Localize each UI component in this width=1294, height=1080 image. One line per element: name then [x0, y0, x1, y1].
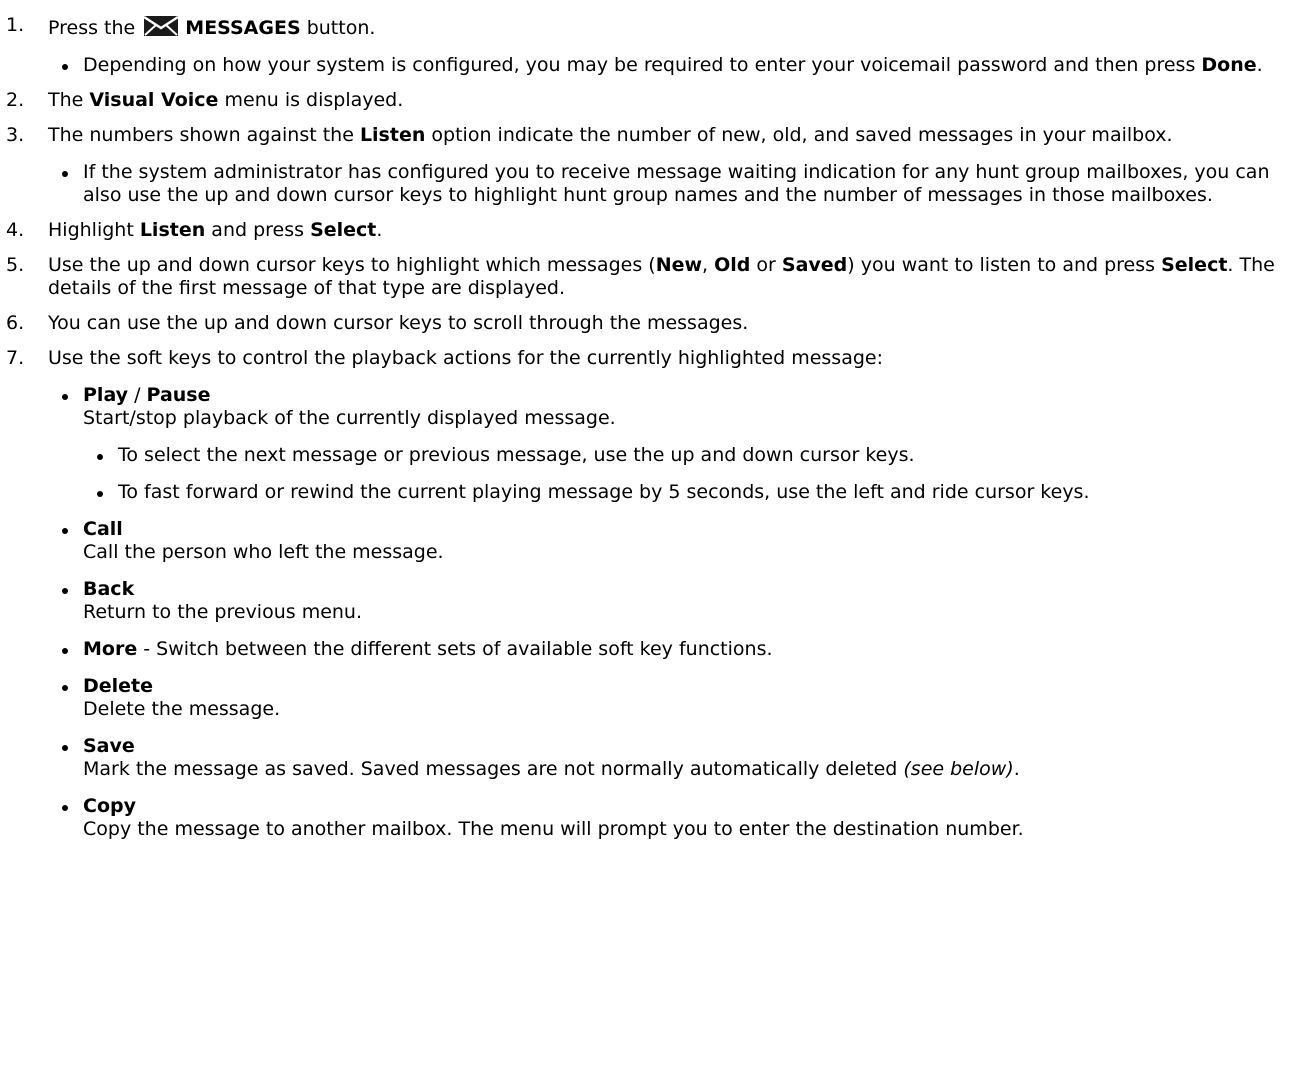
note-end: . [1256, 54, 1263, 76]
step-1-post: button. [306, 17, 376, 39]
delete-description: Delete the message. [83, 698, 281, 720]
done-label: Done [1201, 54, 1257, 76]
separator: , [702, 254, 715, 276]
soft-key-copy: Copy Copy the message to another mailbox… [48, 795, 1282, 841]
soft-key-call: Call Call the person who left the messag… [48, 518, 1282, 564]
step-1-pre: Press the [48, 17, 136, 39]
save-label: Save [83, 735, 135, 757]
listen-label: Listen [359, 124, 426, 146]
call-label: Call [83, 518, 123, 540]
call-description: Call the person who left the message. [83, 541, 444, 563]
soft-key-delete: Delete Delete the message. [48, 675, 1282, 721]
play-description: Start/stop playback of the currently dis… [83, 407, 616, 429]
list-item: To select the next message or previous m… [83, 444, 1282, 467]
step-text-mid: and press [205, 219, 311, 241]
step-text: Use the soft keys to control the playbac… [48, 347, 883, 369]
pause-label: Pause [146, 384, 211, 406]
save-description-text: Mark the message as saved. Saved message… [83, 758, 904, 780]
separator: or [750, 254, 782, 276]
list-item: To fast forward or rewind the current pl… [83, 481, 1282, 504]
save-description: Mark the message as saved. Saved message… [83, 758, 1282, 781]
delete-label: Delete [83, 675, 154, 697]
step-3-notes: If the system administrator has configur… [48, 161, 1282, 207]
step-number: 7. [6, 347, 25, 369]
soft-key-play-pause: Play / Pause Start/stop playback of the … [48, 384, 1282, 504]
soft-key-more: More - Switch between the different sets… [48, 638, 1282, 661]
step-6: 6. You can use the up and down cursor ke… [0, 312, 1294, 335]
copy-description: Copy the message to another mailbox. The… [83, 818, 1024, 840]
step-text-end: option indicate the number of new, old, … [425, 124, 1173, 146]
step-1: 1. Press the MESSAGES button. Depending … [0, 14, 1294, 77]
slash-separator: / [128, 384, 147, 406]
step-2: 2. The Visual Voice menu is displayed. [0, 89, 1294, 112]
save-description-end: . [1013, 758, 1020, 780]
steps-list: 1. Press the MESSAGES button. Depending … [0, 14, 1294, 841]
step-5: 5. Use the up and down cursor keys to hi… [0, 254, 1294, 300]
step-text: Press the MESSAGES button. [48, 15, 376, 39]
step-text: The [48, 89, 90, 111]
step-number: 5. [6, 254, 25, 276]
step-number: 4. [6, 219, 25, 241]
step-text-end: . [376, 219, 383, 241]
step-text: Highlight [48, 219, 140, 241]
list-item: Depending on how your system is configur… [48, 54, 1282, 77]
list-item: If the system administrator has configur… [48, 161, 1282, 207]
select-label: Select [1161, 254, 1228, 276]
play-label: Play [83, 384, 129, 406]
soft-key-back: Back Return to the previous menu. [48, 578, 1282, 624]
envelope-icon [143, 15, 179, 36]
back-label: Back [83, 578, 135, 600]
step-number: 1. [6, 14, 25, 36]
listen-label: Listen [139, 219, 206, 241]
step-number: 2. [6, 89, 25, 111]
soft-key-list: Play / Pause Start/stop playback of the … [48, 384, 1282, 841]
step-3: 3. The numbers shown against the Listen … [0, 124, 1294, 207]
messages-button-label: MESSAGES [185, 17, 301, 39]
more-description: - Switch between the different sets of a… [137, 638, 773, 660]
more-label: More [83, 638, 138, 660]
visual-voice-label: Visual Voice [89, 89, 219, 111]
step-text: Use the up and down cursor keys to highl… [48, 254, 656, 276]
see-below-note: (see below) [903, 758, 1014, 780]
step-text: The numbers shown against the [48, 124, 360, 146]
step-1-notes: Depending on how your system is configur… [48, 54, 1282, 77]
copy-label: Copy [83, 795, 136, 817]
step-text-mid: ) you want to listen to and press [847, 254, 1162, 276]
step-text-end: menu is displayed. [218, 89, 404, 111]
play-sub-notes: To select the next message or previous m… [83, 444, 1282, 504]
new-label: New [655, 254, 703, 276]
back-description: Return to the previous menu. [83, 601, 363, 623]
select-label: Select [310, 219, 377, 241]
step-text: You can use the up and down cursor keys … [48, 312, 749, 334]
note-text: Depending on how your system is configur… [83, 54, 1202, 76]
step-number: 3. [6, 124, 25, 146]
soft-key-save: Save Mark the message as saved. Saved me… [48, 735, 1282, 781]
old-label: Old [714, 254, 751, 276]
saved-label: Saved [781, 254, 848, 276]
step-7: 7. Use the soft keys to control the play… [0, 347, 1294, 841]
step-number: 6. [6, 312, 25, 334]
instructions-page: 1. Press the MESSAGES button. Depending … [0, 14, 1294, 1080]
step-4: 4. Highlight Listen and press Select. [0, 219, 1294, 242]
